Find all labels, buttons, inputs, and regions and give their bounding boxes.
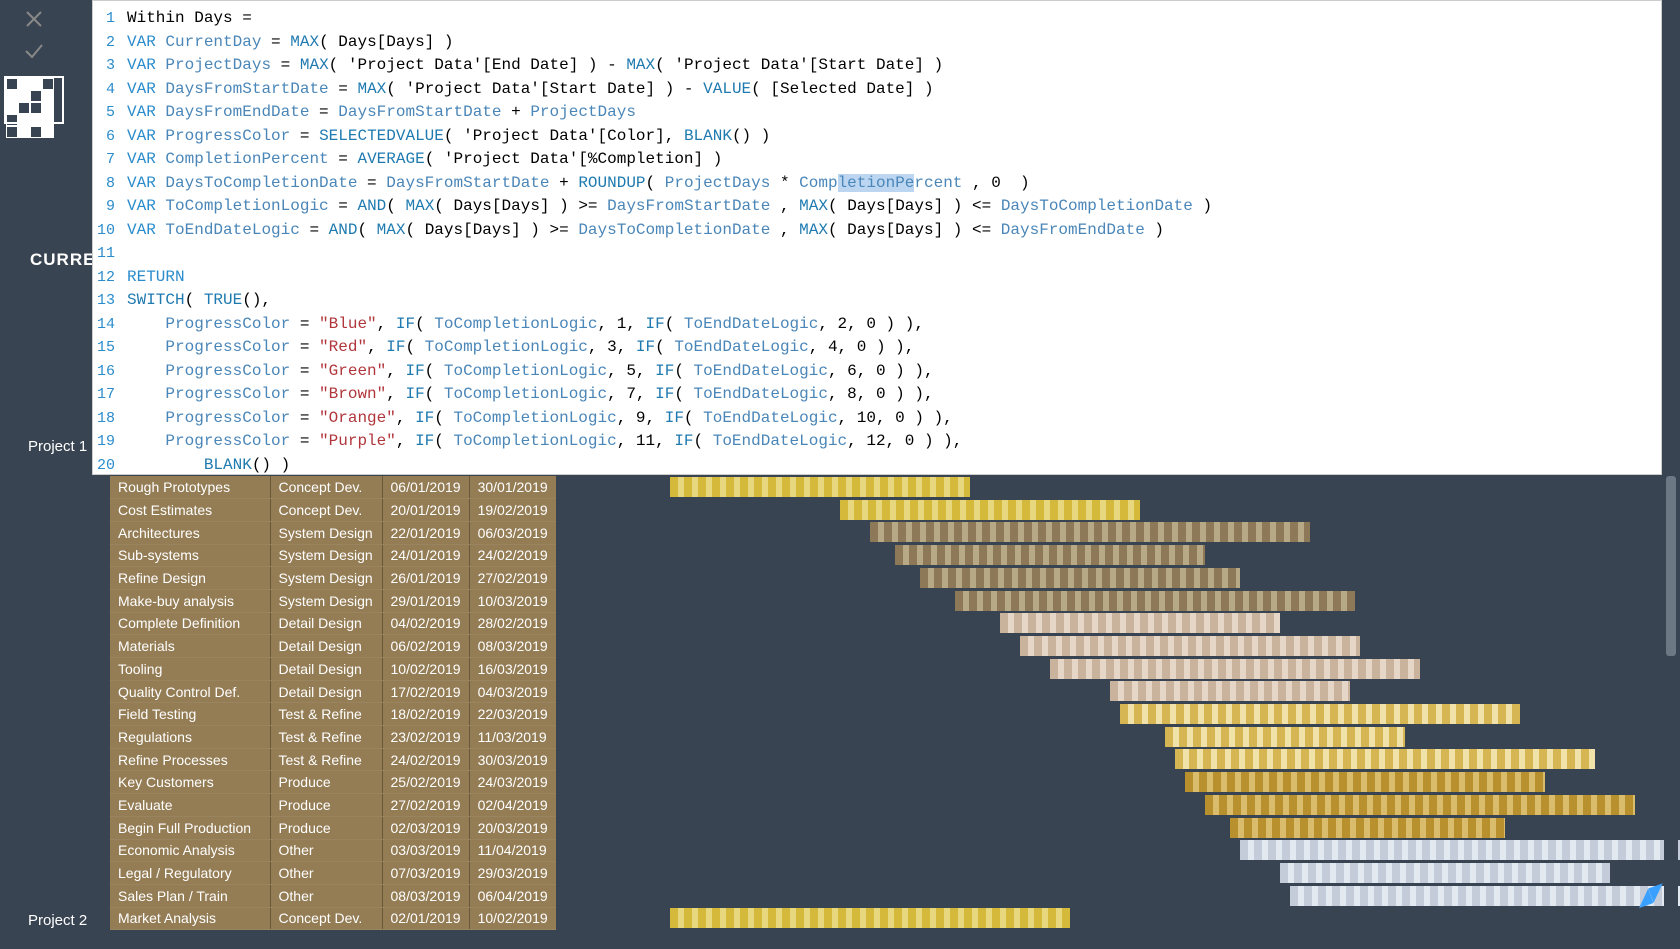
- commit-icon[interactable]: [16, 38, 52, 64]
- gantt-bar[interactable]: [1050, 659, 1420, 679]
- gantt-bar[interactable]: [955, 591, 1355, 611]
- dax-editor[interactable]: 1234567891011121314151617181920 Within D…: [92, 0, 1662, 475]
- table-row[interactable]: RegulationsTest & Refine23/02/201911/03/…: [110, 726, 556, 749]
- table-row[interactable]: ArchitecturesSystem Design22/01/201906/0…: [110, 521, 556, 544]
- code-body[interactable]: Within Days =VAR CurrentDay = MAX( Days[…: [127, 7, 1212, 475]
- gantt-bar[interactable]: [1205, 795, 1635, 815]
- gantt-bar[interactable]: [670, 477, 970, 497]
- gantt-bar[interactable]: [1230, 818, 1505, 838]
- gantt-bar[interactable]: [1110, 681, 1350, 701]
- gantt-bar[interactable]: [1000, 613, 1280, 633]
- gantt-area: Rough PrototypesConcept Dev.06/01/201930…: [110, 476, 1662, 946]
- project-label-2: Project 2: [28, 912, 87, 929]
- table-row[interactable]: EvaluateProduce27/02/201902/04/2019: [110, 794, 556, 817]
- table-row[interactable]: Refine ProcessesTest & Refine24/02/20193…: [110, 748, 556, 771]
- table-row[interactable]: Quality Control Def.Detail Design17/02/2…: [110, 680, 556, 703]
- table-row[interactable]: Market AnalysisConcept Dev.02/01/201910/…: [110, 907, 556, 930]
- matrix-visual-icon[interactable]: [4, 76, 64, 124]
- table-row[interactable]: Sales Plan / TrainOther08/03/201906/04/2…: [110, 884, 556, 907]
- gantt-bar[interactable]: [1240, 840, 1680, 860]
- table-row[interactable]: Complete DefinitionDetail Design04/02/20…: [110, 612, 556, 635]
- gantt-bar[interactable]: [1120, 704, 1520, 724]
- gantt-bar[interactable]: [1175, 749, 1595, 769]
- project-label-1: Project 1: [28, 438, 87, 455]
- line-gutter: 1234567891011121314151617181920: [93, 7, 119, 475]
- table-row[interactable]: Rough PrototypesConcept Dev.06/01/201930…: [110, 476, 556, 499]
- editor-toolbar: [4, 6, 64, 124]
- gantt-bar[interactable]: [895, 545, 1205, 565]
- gantt-bar[interactable]: [870, 522, 1310, 542]
- cancel-icon[interactable]: [16, 6, 52, 32]
- gantt-bar[interactable]: [840, 500, 1140, 520]
- gantt-bar[interactable]: [1165, 727, 1405, 747]
- vertical-scrollbar[interactable]: [1664, 476, 1678, 939]
- table-row[interactable]: ToolingDetail Design10/02/201916/03/2019: [110, 658, 556, 681]
- table-row[interactable]: Begin Full ProductionProduce02/03/201920…: [110, 816, 556, 839]
- gantt-bar[interactable]: [670, 908, 1070, 928]
- table-row[interactable]: Make-buy analysisSystem Design29/01/2019…: [110, 589, 556, 612]
- table-row[interactable]: Economic AnalysisOther03/03/201911/04/20…: [110, 839, 556, 862]
- table-row[interactable]: Refine DesignSystem Design26/01/201927/0…: [110, 567, 556, 590]
- table-row[interactable]: Key CustomersProduce25/02/201924/03/2019: [110, 771, 556, 794]
- table-row[interactable]: Legal / RegulatoryOther07/03/201929/03/2…: [110, 862, 556, 885]
- table-row[interactable]: Cost EstimatesConcept Dev.20/01/201919/0…: [110, 499, 556, 522]
- scrollbar-thumb[interactable]: [1666, 476, 1676, 656]
- gantt-bar[interactable]: [1280, 863, 1610, 883]
- task-table: Rough PrototypesConcept Dev.06/01/201930…: [110, 476, 556, 930]
- gantt-bar[interactable]: [1185, 772, 1545, 792]
- table-row[interactable]: MaterialsDetail Design06/02/201908/03/20…: [110, 635, 556, 658]
- app-root: CURREN 1234567891011121314151617181920 W…: [0, 0, 1680, 949]
- table-row[interactable]: Field TestingTest & Refine18/02/201922/0…: [110, 703, 556, 726]
- gantt-bar[interactable]: [920, 568, 1240, 588]
- table-row[interactable]: Sub-systemsSystem Design24/01/201924/02/…: [110, 544, 556, 567]
- gantt-bar[interactable]: [1290, 886, 1680, 906]
- gantt-bar[interactable]: [1020, 636, 1360, 656]
